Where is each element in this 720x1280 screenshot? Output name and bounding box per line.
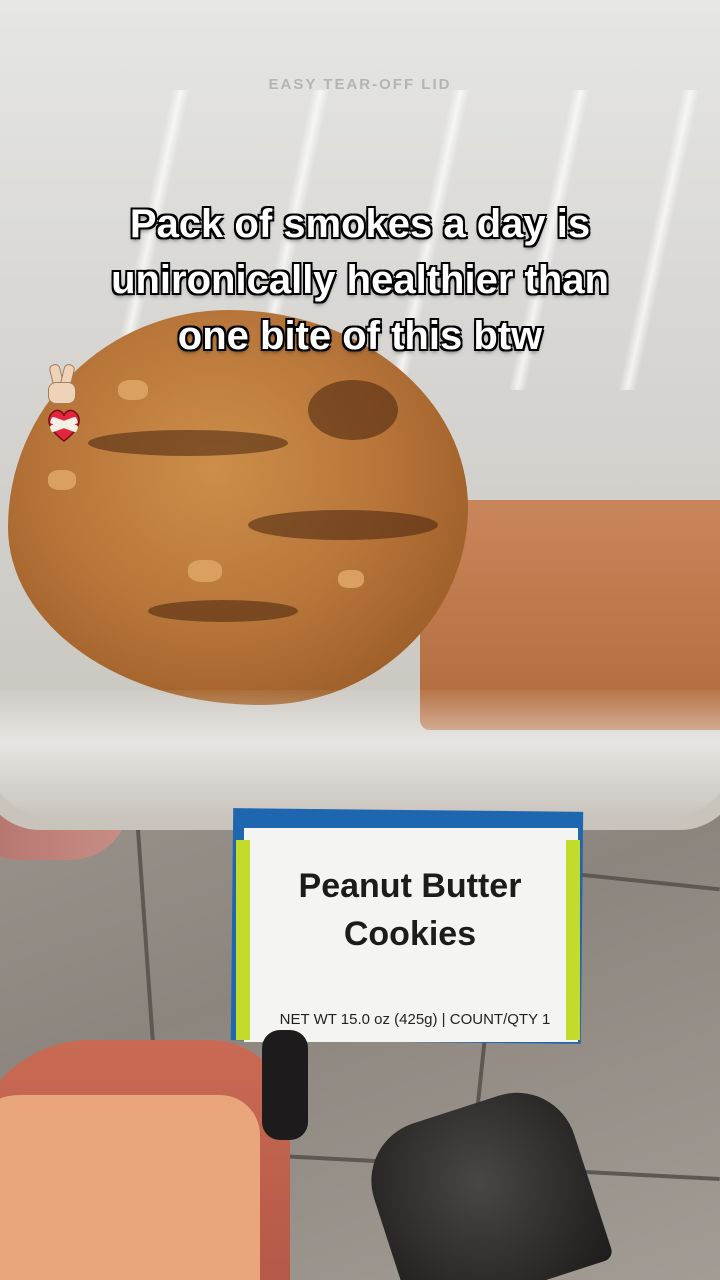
caption-overlay: Pack of smokes a day is unironically hea… <box>40 196 680 444</box>
lid-rim <box>0 690 720 820</box>
photo-scene: EASY TEAR-OFF LID Peanut Butter Cookies … <box>0 0 720 1280</box>
caption-line: unironically healthier than <box>111 258 609 302</box>
product-name-line: Cookies <box>343 915 477 953</box>
product-name: Peanut Butter Cookies <box>250 862 570 958</box>
victory-hand-icon <box>44 363 78 404</box>
caption-line-3: one bite of this btw <box>40 308 680 444</box>
mending-heart-icon <box>44 404 84 444</box>
caption-line: one bite of this btw <box>177 314 543 358</box>
lid-embossed-text: EASY TEAR-OFF LID <box>268 76 452 93</box>
shorts <box>0 1095 260 1280</box>
product-name-line: Peanut Butter <box>298 867 522 905</box>
shoe <box>262 1030 308 1140</box>
label-accent-stripe <box>236 840 250 1040</box>
net-weight-text: NET WT 15.0 oz (425g) | COUNT/QTY 1 <box>279 1011 551 1028</box>
caption-line: Pack of smokes a day is <box>129 202 591 246</box>
